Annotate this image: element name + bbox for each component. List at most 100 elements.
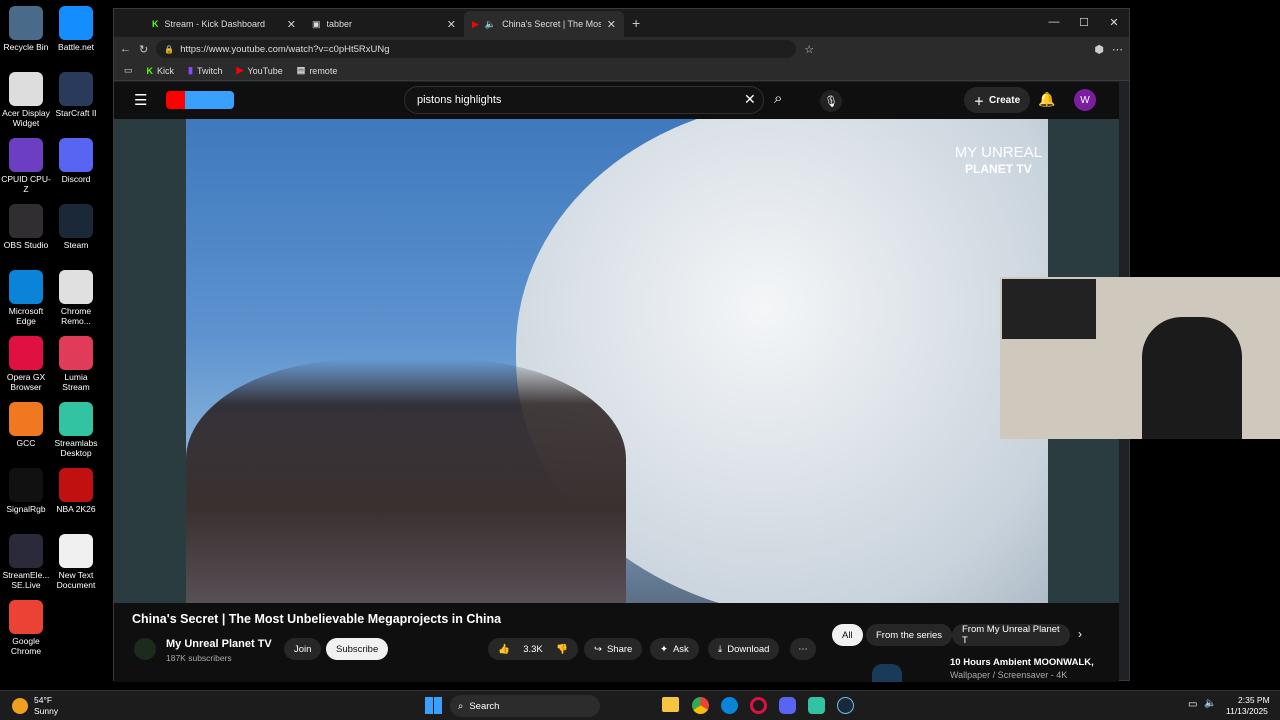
minimize-button[interactable]: —: [1039, 9, 1069, 35]
extensions-icon[interactable]: ⬢: [1094, 43, 1104, 56]
search-icon[interactable]: ⌕: [774, 90, 782, 107]
steam-icon[interactable]: [837, 697, 854, 714]
tab-title: China's Secret | The Most Unbelievable: [502, 19, 601, 29]
bookmark-youtube[interactable]: ▶ YouTube: [237, 65, 283, 76]
desktop-icon[interactable]: Microsoft Edge: [0, 270, 52, 326]
close-icon[interactable]: ✕: [287, 18, 296, 31]
download-label: Download: [727, 643, 770, 655]
tab-youtube[interactable]: ▶ 🔈 China's Secret | The Most Unbelievab…: [464, 11, 624, 37]
chip-all[interactable]: All: [832, 624, 863, 646]
weather-icon[interactable]: [12, 698, 28, 714]
bookmark-twitch[interactable]: ▮ Twitch: [188, 65, 222, 76]
share-button[interactable]: ↪ Share: [584, 638, 643, 660]
settings-icon[interactable]: ⋯: [1112, 43, 1123, 56]
tab-kick[interactable]: K Stream - Kick Dashboard ✕: [144, 11, 304, 37]
desktop-icon-label: Microsoft Edge: [8, 306, 44, 326]
desktop-icon[interactable]: Steam: [50, 204, 102, 250]
maximize-button[interactable]: ☐: [1069, 9, 1099, 35]
close-icon[interactable]: ✕: [447, 18, 456, 31]
desktop-icon[interactable]: NBA 2K26: [50, 468, 102, 514]
desktop-icon[interactable]: SignalRgb: [0, 468, 52, 514]
reload-icon[interactable]: ↻: [139, 43, 148, 56]
reading-list-icon[interactable]: ▭: [124, 65, 133, 76]
app-icon: [9, 534, 43, 568]
app-icon: [9, 468, 43, 502]
desktop-icon[interactable]: New Text Document: [50, 534, 102, 590]
ask-button[interactable]: ✦ Ask: [650, 638, 699, 660]
streamlabs-icon[interactable]: [808, 697, 825, 714]
youtube-icon: ▶: [472, 18, 479, 29]
address-bar[interactable]: 🔒 https://www.youtube.com/watch?v=c0pHt5…: [156, 40, 797, 58]
desktop-icon-label: NBA 2K26: [56, 504, 96, 514]
taskbar-search[interactable]: ⌕ Search: [450, 695, 600, 717]
app-icon: [59, 336, 93, 370]
wifi-icon[interactable]: ▭: [1188, 699, 1197, 710]
desktop-icon[interactable]: Lumia Stream: [50, 336, 102, 392]
recommendation-title[interactable]: 10 Hours Ambient MOONWALK,: [950, 657, 1094, 668]
new-tab-button[interactable]: +: [632, 15, 640, 31]
share-icon: ↪: [594, 643, 602, 655]
desktop-icon[interactable]: Opera GX Browser: [0, 336, 52, 392]
close-icon[interactable]: ✕: [607, 18, 616, 31]
avatar[interactable]: W: [1074, 89, 1096, 111]
desktop-icon[interactable]: Recycle Bin: [0, 6, 52, 52]
recommendation-thumbnail[interactable]: [872, 664, 902, 682]
close-window-button[interactable]: ✕: [1099, 9, 1129, 35]
chevron-right-icon[interactable]: ›: [1078, 627, 1082, 641]
youtube-logo-icon[interactable]: [166, 91, 234, 109]
desktop-icon-label: Google Chrome: [10, 636, 42, 656]
ask-label: Ask: [672, 643, 689, 655]
start-icon[interactable]: [425, 697, 442, 714]
app-icon: [9, 402, 43, 436]
opera-icon[interactable]: [750, 697, 767, 714]
weather-condition: Sunny: [34, 706, 59, 716]
chip-series[interactable]: From the series: [866, 624, 952, 646]
clock-time[interactable]: 2:35 PM: [1238, 695, 1270, 705]
edge-icon[interactable]: [721, 697, 738, 714]
chip-channel[interactable]: From My Unreal Planet T: [952, 624, 1070, 646]
bookmark-kick[interactable]: K Kick: [147, 66, 175, 76]
app-icon: [59, 6, 93, 40]
clear-search-icon[interactable]: ✕: [744, 91, 756, 108]
speaker-icon: 🔈: [484, 18, 497, 29]
volume-icon[interactable]: 🔈: [1204, 698, 1216, 709]
like-button[interactable]: 👍 3.3K 👎: [488, 638, 578, 660]
discord-icon[interactable]: [779, 697, 796, 714]
more-actions-button[interactable]: ⋯: [790, 638, 816, 660]
microphone-icon[interactable]: 🎙: [820, 90, 842, 112]
download-button[interactable]: ⤓ Download: [708, 638, 780, 660]
channel-name[interactable]: My Unreal Planet TV: [166, 638, 272, 650]
create-button[interactable]: ＋ Create: [964, 87, 1031, 113]
desktop-icon[interactable]: Acer Display Widget: [0, 72, 52, 128]
video-frame[interactable]: MY UNREAL PLANET TV: [186, 119, 1048, 603]
desktop-icon[interactable]: GCC: [0, 402, 52, 448]
address-row: ← ↻ 🔒 https://www.youtube.com/watch?v=c0…: [114, 37, 1129, 61]
bookmark-remote[interactable]: ▤ remote: [297, 65, 338, 76]
desktop-icon[interactable]: CPUID CPU-Z: [0, 138, 52, 194]
desktop-icon-label: Opera GX Browser: [6, 372, 46, 392]
search-input[interactable]: pistons highlights: [404, 86, 764, 114]
download-icon: ⤓: [718, 643, 723, 655]
favorite-icon[interactable]: ☆: [804, 43, 814, 56]
file-explorer-icon[interactable]: [662, 697, 679, 712]
page-icon: ▣: [312, 18, 321, 29]
bookmark-label: Kick: [157, 65, 175, 76]
join-button[interactable]: Join: [284, 638, 322, 660]
desktop-icon[interactable]: Google Chrome: [0, 600, 52, 656]
desktop-icon[interactable]: Chrome Remo...: [50, 270, 102, 326]
subscribe-button[interactable]: Subscribe: [326, 638, 389, 660]
desktop-icon[interactable]: OBS Studio: [0, 204, 52, 250]
bookmark-label: remote: [309, 65, 338, 76]
channel-avatar[interactable]: [134, 638, 156, 660]
dislike-icon[interactable]: 👎: [556, 644, 568, 655]
desktop-icon[interactable]: Streamlabs Desktop: [50, 402, 102, 458]
notifications-icon[interactable]: 🔔: [1038, 91, 1055, 108]
desktop-icon[interactable]: Discord: [50, 138, 102, 184]
tab-tabber[interactable]: ▣ tabber ✕: [304, 11, 464, 37]
desktop-icon[interactable]: StreamEle... SE.Live: [0, 534, 52, 590]
menu-icon[interactable]: ☰: [134, 91, 147, 109]
desktop-icon[interactable]: Battle.net: [50, 6, 102, 52]
chrome-icon[interactable]: [692, 697, 709, 714]
back-icon[interactable]: ←: [120, 43, 131, 55]
desktop-icon[interactable]: StarCraft II: [50, 72, 102, 118]
